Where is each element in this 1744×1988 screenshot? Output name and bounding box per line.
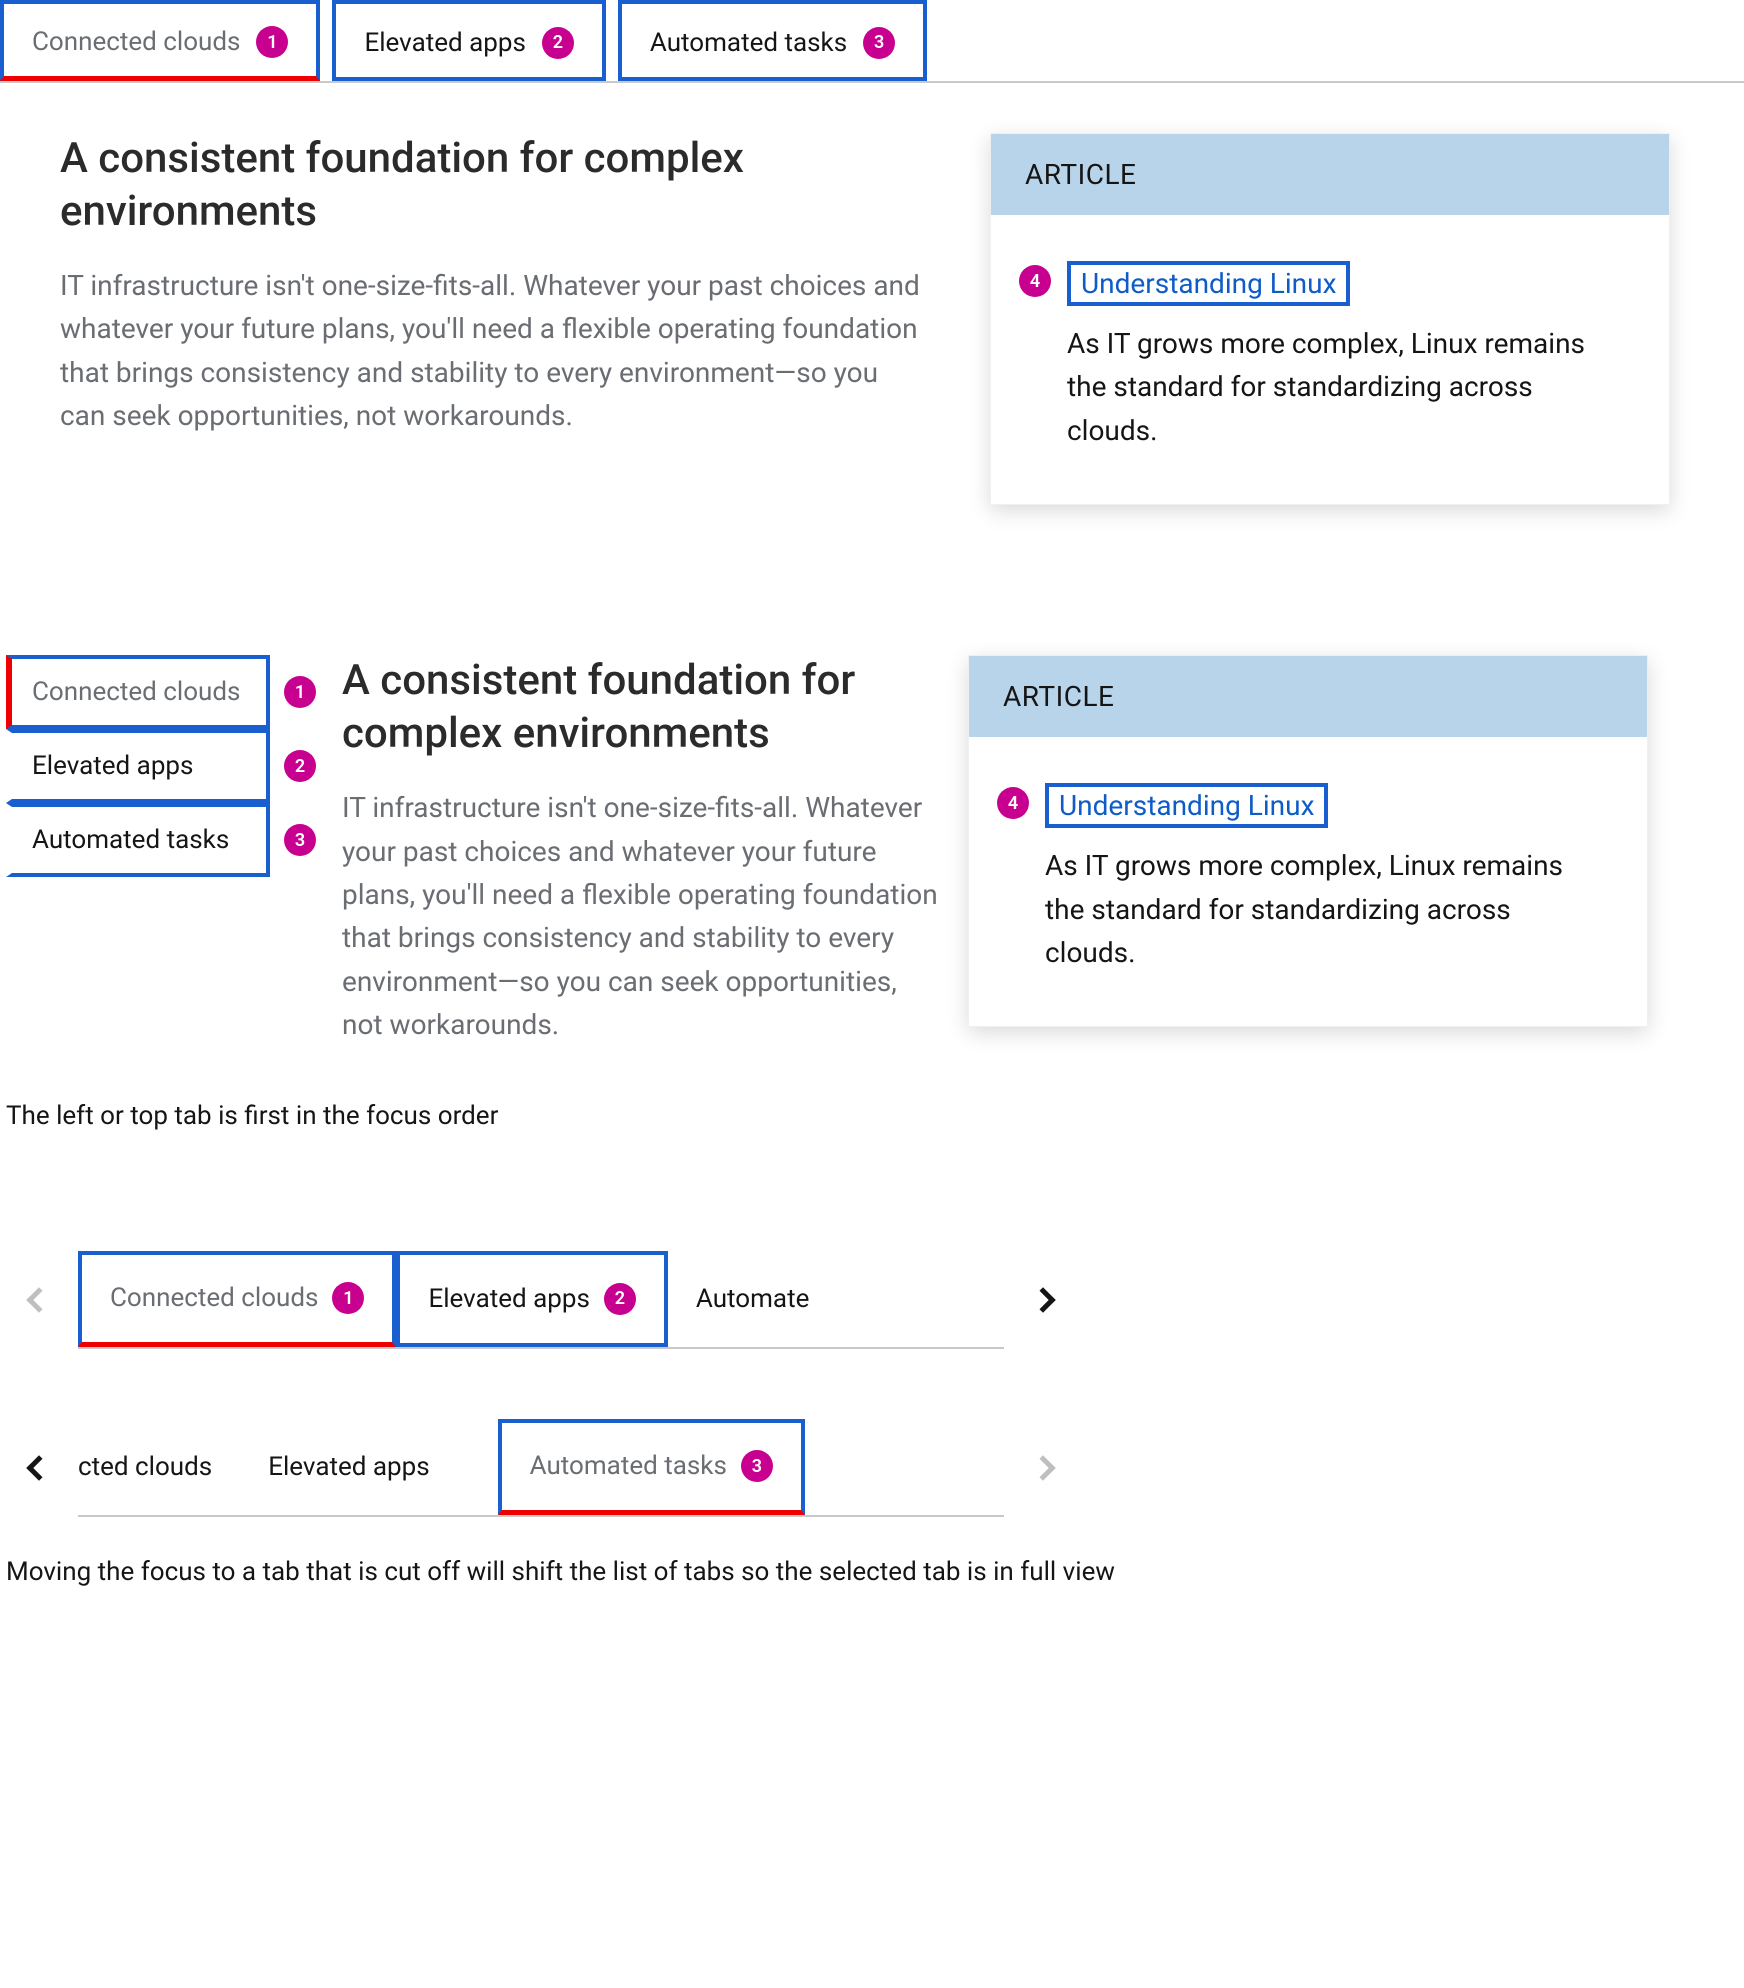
tab-automated-tasks[interactable]: Automated tasks: [6, 803, 270, 877]
focus-marker-4: 4: [1019, 265, 1051, 297]
focus-marker-3: 3: [863, 27, 895, 59]
tab-connected-clouds[interactable]: Connected clouds 1: [0, 0, 320, 81]
overflow-row-start: Connected clouds 1 Elevated apps 2 Autom…: [0, 1251, 1082, 1349]
panel-text: A consistent foundation for complex envi…: [60, 133, 930, 505]
caption-overflow-shift: Moving the focus to a tab that is cut of…: [0, 1557, 1744, 1587]
tab-label: Elevated apps: [32, 751, 193, 781]
focus-marker-1: 1: [284, 676, 316, 708]
tab-panel: A consistent foundation for complex envi…: [0, 83, 1744, 505]
focus-marker-2: 2: [542, 27, 574, 59]
card-description: As IT grows more complex, Linux remains …: [1067, 322, 1587, 452]
tab-label: Connected clouds: [32, 677, 240, 707]
tab-elevated-apps[interactable]: Elevated apps: [240, 1419, 457, 1515]
tab-label: Elevated apps: [268, 1452, 429, 1482]
example-horizontal-tabs: Connected clouds 1 Elevated apps 2 Autom…: [0, 0, 1744, 565]
tab-elevated-apps[interactable]: Elevated apps 2: [332, 0, 605, 81]
panel-body: IT infrastructure isn't one-size-fits-al…: [342, 786, 942, 1046]
tab-bar-horizontal: Connected clouds 1 Elevated apps 2 Autom…: [0, 0, 1744, 83]
tab-label: Automated tasks: [530, 1451, 727, 1481]
tab-automated-tasks-partial[interactable]: Automate: [668, 1251, 837, 1347]
overflow-track: Connected clouds 1 Elevated apps 2 Autom…: [78, 1251, 1004, 1349]
card-link[interactable]: Understanding Linux: [1067, 261, 1350, 306]
tab-label-partial: Automate: [696, 1284, 809, 1314]
tab-label: Automated tasks: [650, 28, 847, 58]
panel-body: IT infrastructure isn't one-size-fits-al…: [60, 264, 930, 438]
focus-marker-3: 3: [284, 824, 316, 856]
tab-connected-clouds-partial[interactable]: cted clouds: [78, 1419, 240, 1515]
article-card: ARTICLE 4 Understanding Linux As IT grow…: [968, 655, 1648, 1027]
scroll-left-button[interactable]: [0, 1251, 78, 1349]
article-card: ARTICLE 4 Understanding Linux As IT grow…: [990, 133, 1670, 505]
caption-focus-order: The left or top tab is first in the focu…: [0, 1101, 1744, 1131]
card-label: ARTICLE: [991, 134, 1669, 215]
scroll-right-button[interactable]: [1004, 1251, 1082, 1349]
tab-elevated-apps[interactable]: Elevated apps 2: [396, 1251, 667, 1347]
focus-marker-3: 3: [741, 1450, 773, 1482]
tab-automated-tasks[interactable]: Automated tasks 3: [618, 0, 927, 81]
chevron-left-icon: [26, 1455, 51, 1480]
overflow-row-end: cted clouds Elevated apps Automated task…: [0, 1419, 1082, 1517]
panel-heading: A consistent foundation for complex envi…: [342, 655, 942, 760]
chevron-right-icon: [1030, 1455, 1055, 1480]
panel-text: A consistent foundation for complex envi…: [342, 655, 942, 1046]
card-description: As IT grows more complex, Linux remains …: [1045, 844, 1565, 974]
chevron-left-icon: [26, 1287, 51, 1312]
focus-marker-1: 1: [332, 1282, 364, 1314]
tab-elevated-apps[interactable]: Elevated apps: [6, 729, 270, 803]
tab-connected-clouds[interactable]: Connected clouds: [6, 655, 270, 729]
tab-label: Connected clouds: [32, 27, 240, 57]
scroll-left-button[interactable]: [0, 1419, 78, 1517]
tab-connected-clouds[interactable]: Connected clouds 1: [78, 1251, 396, 1347]
example-vertical-tabs: Connected clouds 1 Elevated apps 2 Autom…: [0, 565, 1744, 1076]
card-link[interactable]: Understanding Linux: [1045, 783, 1328, 828]
panel-heading: A consistent foundation for complex envi…: [60, 133, 930, 238]
tab-label: Automated tasks: [32, 825, 229, 855]
tab-automated-tasks[interactable]: Automated tasks 3: [498, 1419, 805, 1515]
focus-marker-4: 4: [997, 787, 1029, 819]
tab-bar-vertical: Connected clouds 1 Elevated apps 2 Autom…: [6, 655, 316, 877]
focus-marker-1: 1: [256, 26, 288, 58]
scroll-right-button[interactable]: [1004, 1419, 1082, 1517]
focus-marker-2: 2: [284, 750, 316, 782]
tab-label-partial: cted clouds: [78, 1452, 212, 1482]
focus-marker-2: 2: [604, 1283, 636, 1315]
tab-label: Connected clouds: [110, 1283, 318, 1313]
example-overflow-tabs: Connected clouds 1 Elevated apps 2 Autom…: [0, 1251, 1082, 1517]
chevron-right-icon: [1030, 1287, 1055, 1312]
card-label: ARTICLE: [969, 656, 1647, 737]
tab-label: Elevated apps: [428, 1284, 589, 1314]
tab-label: Elevated apps: [364, 28, 525, 58]
overflow-track: cted clouds Elevated apps Automated task…: [78, 1419, 1004, 1517]
